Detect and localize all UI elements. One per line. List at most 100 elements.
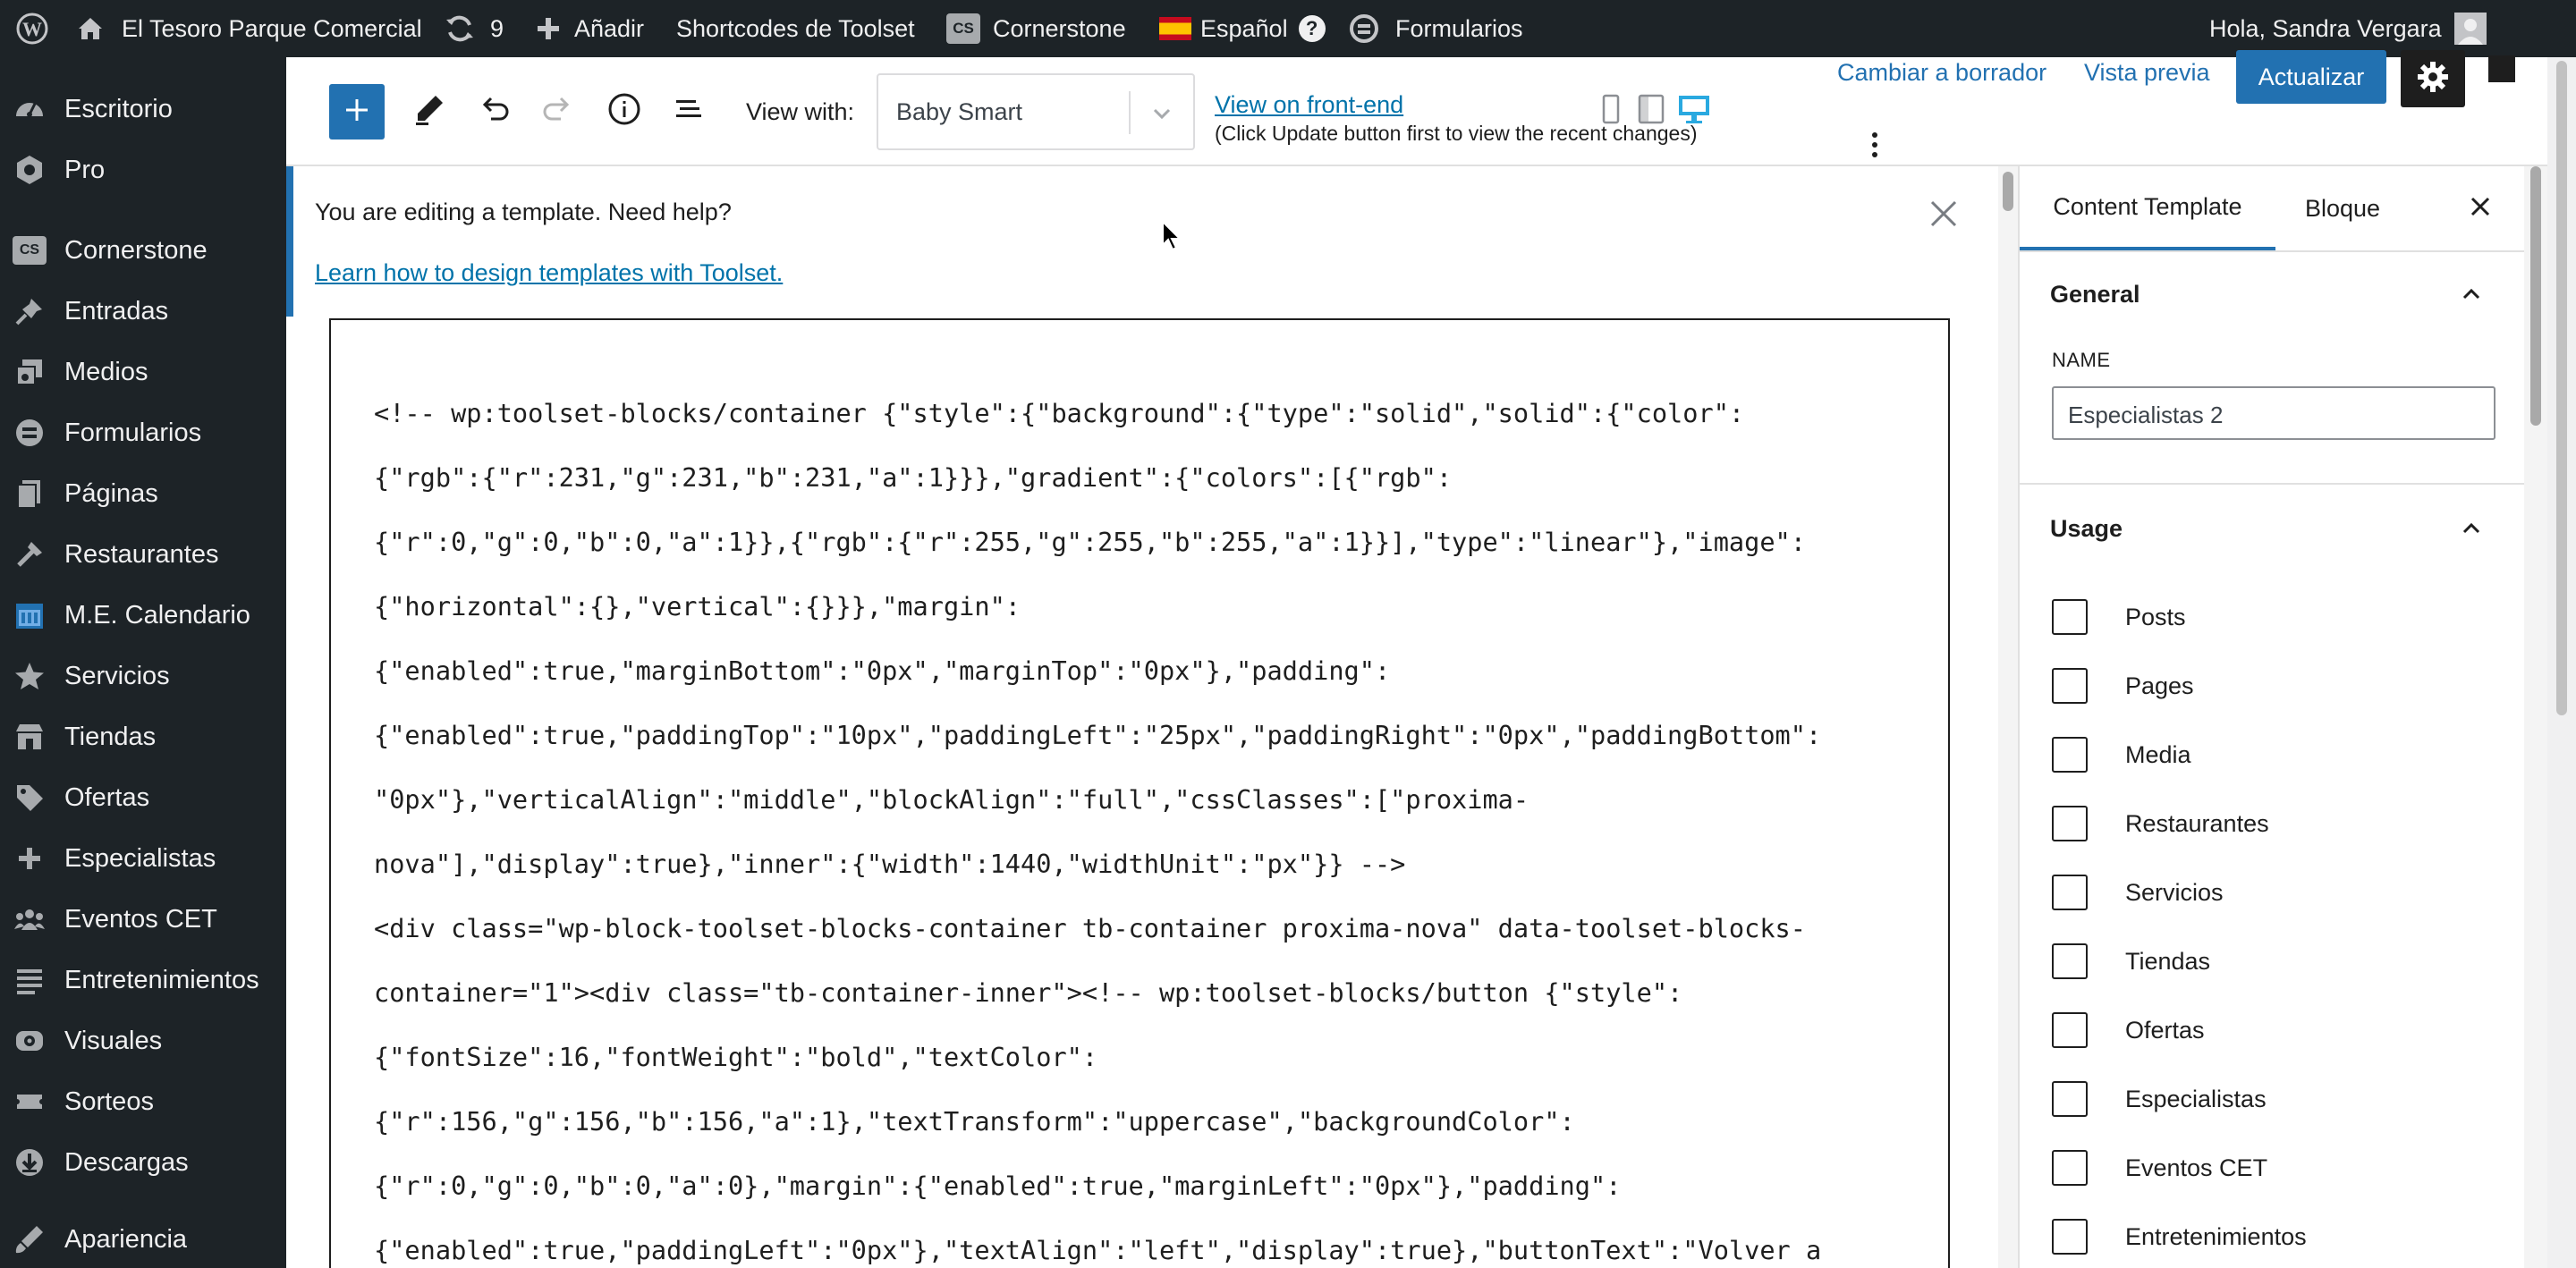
sidebar-item-ofertas[interactable]: Ofertas [0, 769, 286, 826]
checkbox[interactable] [2052, 943, 2088, 979]
code-editor[interactable]: <!-- wp:toolset-blocks/container {"style… [329, 318, 1950, 1268]
checkbox[interactable] [2052, 737, 2088, 773]
block-inserter-button[interactable] [329, 84, 385, 139]
details-button[interactable] [597, 84, 651, 138]
sidebar-item-descargas[interactable]: Descargas [0, 1134, 286, 1191]
sidebar-item-apariencia[interactable]: Apariencia [0, 1211, 286, 1268]
usage-option-restaurantes[interactable]: Restaurantes [2052, 804, 2269, 843]
window-scrollbar[interactable] [2547, 57, 2576, 1268]
usage-option-pages[interactable]: Pages [2052, 666, 2194, 706]
sidebar-item-cornerstone[interactable]: CS Cornerstone [0, 222, 286, 279]
close-panel-button[interactable] [2462, 190, 2499, 227]
preview-button[interactable]: Vista previa [2084, 59, 2210, 87]
code-line: "0px"},"verticalAlign":"middle","blockAl… [374, 784, 1530, 815]
sidebar-item-medios[interactable]: Medios [0, 343, 286, 401]
toolset-plugin-icon[interactable] [2488, 55, 2515, 82]
wordpress-logo-icon[interactable]: W [7, 0, 57, 57]
list-view-button[interactable] [662, 84, 716, 138]
panel-scrollbar[interactable] [2524, 166, 2547, 1268]
checkbox[interactable] [2052, 668, 2088, 704]
usage-section-toggle[interactable]: Usage [2020, 486, 2524, 571]
checkbox[interactable] [2052, 1012, 2088, 1048]
view-with-select[interactable]: Baby Smart [877, 73, 1195, 150]
usage-option-media[interactable]: Media [2052, 735, 2191, 774]
usage-option-ofertas[interactable]: Ofertas [2052, 1010, 2205, 1050]
code-line: {"enabled":true,"marginBottom":"0px","ma… [374, 655, 1391, 686]
section-divider [2020, 483, 2524, 485]
checkbox[interactable] [2052, 806, 2088, 841]
toolset-shortcodes-menu[interactable]: Shortcodes de Toolset [676, 0, 915, 57]
sidebar-item-formularios[interactable]: Formularios [0, 404, 286, 461]
options-button[interactable] [1848, 129, 1902, 165]
forms-menu[interactable]: Formularios [1349, 0, 1523, 57]
settings-sidebar: Content Template Bloque General NAME Esp… [2018, 166, 2524, 1268]
sidebar-item-tiendas[interactable]: Tiendas [0, 708, 286, 765]
tools-button[interactable] [402, 84, 456, 138]
sidebar-item-paginas[interactable]: Páginas [0, 465, 286, 522]
avatar [2453, 13, 2487, 45]
sidebar-item-entradas[interactable]: Entradas [0, 283, 286, 340]
checkbox[interactable] [2052, 599, 2088, 635]
redo-button[interactable] [531, 84, 585, 138]
mobile-preview-icon[interactable] [1597, 93, 1624, 125]
undo-button[interactable] [467, 84, 521, 138]
checkbox[interactable] [2052, 1219, 2088, 1255]
forms-icon [13, 416, 47, 450]
tab-content-template[interactable]: Content Template [2020, 166, 2275, 250]
checkbox[interactable] [2052, 1081, 2088, 1117]
view-on-front-end-link[interactable]: View on front-end [1215, 91, 1403, 119]
usage-option-posts[interactable]: Posts [2052, 597, 2186, 637]
media-icon [13, 355, 47, 389]
general-section-toggle[interactable]: General [2020, 252, 2524, 336]
code-line: {"enabled":true,"paddingTop":"10px","pad… [374, 720, 1822, 750]
tab-block[interactable]: Bloque [2275, 166, 2410, 250]
site-name-link[interactable]: El Tesoro Parque Comercial [75, 0, 422, 57]
cornerstone-label: Cornerstone [993, 14, 1126, 42]
desktop-preview-icon[interactable] [1676, 93, 1712, 125]
usage-option-tiendas[interactable]: Tiendas [2052, 942, 2210, 981]
help-icon[interactable]: ? [1298, 15, 1326, 42]
checkbox[interactable] [2052, 1150, 2088, 1186]
cornerstone-menu[interactable]: CS Cornerstone [946, 0, 1126, 57]
sidebar-item-entretenimientos[interactable]: Entretenimientos [0, 951, 286, 1009]
notice-help-link[interactable]: Learn how to design templates with Tools… [315, 259, 783, 287]
pages-icon [13, 477, 47, 511]
pencil-icon [412, 92, 446, 131]
sidebar-item-especialistas[interactable]: Especialistas [0, 830, 286, 887]
info-icon [606, 91, 642, 131]
usage-option-servicios[interactable]: Servicios [2052, 873, 2224, 912]
sidebar-item-eventos-cet[interactable]: Eventos CET [0, 891, 286, 948]
switch-to-draft-button[interactable]: Cambiar a borrador [1837, 59, 2046, 87]
sidebar-item-escritorio[interactable]: Escritorio [0, 80, 286, 138]
sidebar-item-me-calendario[interactable]: M.E. Calendario [0, 587, 286, 644]
panel-scrollbar-thumb[interactable] [2530, 166, 2541, 426]
notice-close-button[interactable] [1925, 197, 1962, 234]
star-icon [13, 659, 47, 693]
sidebar-item-sorteos[interactable]: Sorteos [0, 1073, 286, 1130]
code-line: {"horizontal":{},"vertical":{}}},"margin… [374, 591, 1021, 621]
usage-option-entretenimientos[interactable]: Entretenimientos [2052, 1217, 2307, 1256]
sidebar-item-pro[interactable]: Pro [0, 141, 286, 199]
sidebar-item-servicios[interactable]: Servicios [0, 647, 286, 705]
name-field[interactable]: Especialistas 2 [2052, 386, 2496, 440]
update-button[interactable]: Actualizar [2236, 50, 2386, 104]
settings-button[interactable] [2401, 50, 2465, 107]
code-line: {"r":0,"g":0,"b":0,"a":0},"margin":{"ena… [374, 1171, 1622, 1201]
cornerstone-icon: CS [13, 233, 47, 267]
usage-option-eventos-cet[interactable]: Eventos CET [2052, 1148, 2267, 1188]
account-menu[interactable]: Hola, Sandra Vergara [2209, 0, 2576, 57]
sidebar-item-label: Ofertas [64, 782, 150, 812]
usage-option-especialistas[interactable]: Especialistas [2052, 1079, 2267, 1119]
language-switcher[interactable]: Español ? [1159, 0, 1326, 57]
sidebar-item-visuales[interactable]: Visuales [0, 1012, 286, 1069]
updates-count: 9 [490, 14, 504, 42]
plus-icon [341, 94, 373, 131]
canvas-scrollbar-thumb[interactable] [2003, 172, 2013, 211]
add-new-menu[interactable]: Añadir [535, 0, 644, 57]
window-scrollbar-thumb[interactable] [2556, 61, 2567, 715]
tablet-preview-icon[interactable] [1635, 93, 1667, 125]
sidebar-item-restaurantes[interactable]: Restaurantes [0, 526, 286, 583]
checkbox[interactable] [2052, 875, 2088, 910]
canvas-scrollbar[interactable] [1998, 166, 2018, 1268]
updates-link[interactable]: 9 [444, 0, 504, 57]
